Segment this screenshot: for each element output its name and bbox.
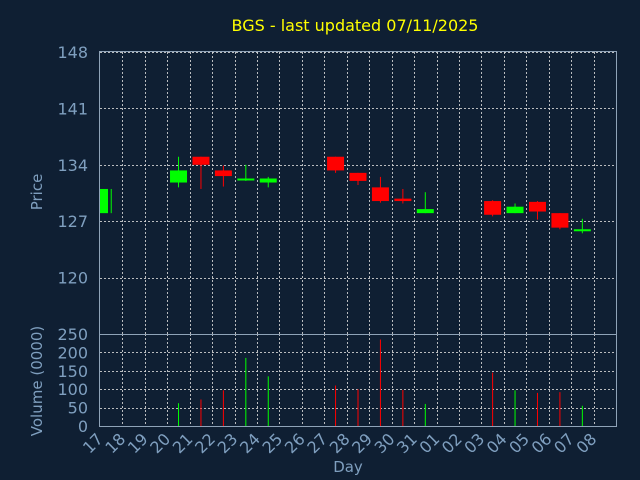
volume-tick-label: 200 <box>57 343 88 362</box>
price-tick-label: 120 <box>57 269 88 288</box>
candle-body-28 <box>349 172 367 181</box>
x-axis-label: Day <box>333 458 363 476</box>
candle-body-17 <box>100 188 108 214</box>
volume-tick-label: 100 <box>57 380 88 399</box>
price-tick-label: 141 <box>57 99 88 118</box>
chart-title: BGS - last updated 07/11/2025 <box>232 16 479 35</box>
candle-body-31 <box>416 209 434 214</box>
volume-axis-ticks: 250200150100500 <box>57 325 88 436</box>
volume-tick-label: 250 <box>57 325 88 344</box>
candle-body-22 <box>214 170 232 177</box>
candle-body-20 <box>170 170 188 183</box>
candle-body-05 <box>528 201 546 212</box>
price-axis-ticks: 148 141 134 127 120 <box>57 43 88 288</box>
volume-tick-label: 50 <box>68 399 88 418</box>
price-tick-label: 134 <box>57 156 88 175</box>
day-axis-ticks: 1718192021222324252627282930310102030405… <box>79 429 600 457</box>
volume-axis-label: Volume (0000) <box>28 326 46 436</box>
day-tick-label: 08 <box>573 429 601 457</box>
candle-body-27 <box>327 156 345 171</box>
price-panel-frame <box>99 51 617 335</box>
price-axis-label: Price <box>28 174 46 211</box>
volume-tick-label: 150 <box>57 362 88 381</box>
candle-body-07 <box>573 229 591 232</box>
candle-body-29 <box>371 187 389 202</box>
stock-chart: BGS - last updated 07/11/2025 1481411341… <box>28 16 617 476</box>
candle-body-06 <box>551 213 569 228</box>
price-grid <box>100 52 616 334</box>
volume-tick-label: 0 <box>78 417 88 436</box>
candle-body-30 <box>394 198 412 202</box>
price-tick-label: 148 <box>57 43 88 62</box>
candle-body-04 <box>506 206 524 214</box>
candle-body-21 <box>192 156 210 165</box>
candle-body-03 <box>484 201 502 215</box>
candle-body-23 <box>237 178 255 181</box>
price-tick-label: 127 <box>57 212 88 231</box>
candle-body-24 <box>259 178 277 183</box>
